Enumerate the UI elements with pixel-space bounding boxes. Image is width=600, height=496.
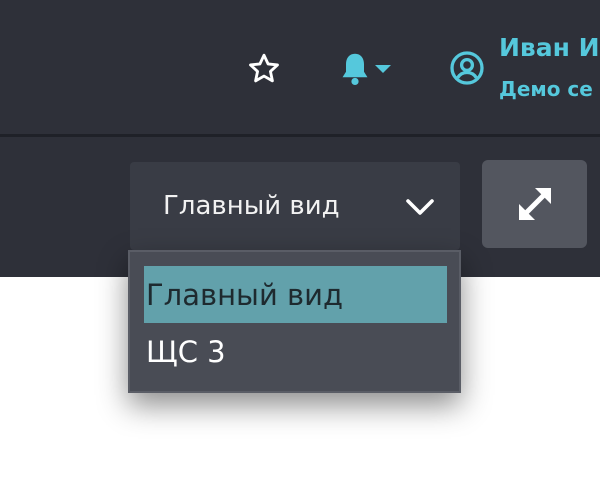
user-circle-icon (450, 51, 484, 85)
view-option-shs3[interactable]: ЩС 3 (144, 323, 447, 380)
chevron-down-icon (406, 199, 434, 215)
bell-icon (342, 53, 368, 86)
expand-icon (518, 188, 551, 220)
star-icon (249, 53, 279, 83)
user-name[interactable]: Иван И (499, 33, 600, 62)
favorite-button[interactable] (240, 46, 288, 92)
view-select[interactable]: Главный вид (130, 162, 460, 250)
user-organization: Демо се (499, 77, 593, 101)
caret-down-icon (375, 65, 391, 73)
view-option-main[interactable]: Главный вид (144, 266, 447, 323)
view-select-value: Главный вид (163, 191, 340, 221)
notifications-button[interactable] (330, 46, 400, 92)
view-dropdown-menu: Главный вид ЩС 3 (128, 250, 461, 393)
user-menu-button[interactable] (447, 48, 487, 88)
fullscreen-button[interactable] (482, 160, 587, 248)
top-navigation-bar: Иван И Демо се (0, 0, 600, 134)
